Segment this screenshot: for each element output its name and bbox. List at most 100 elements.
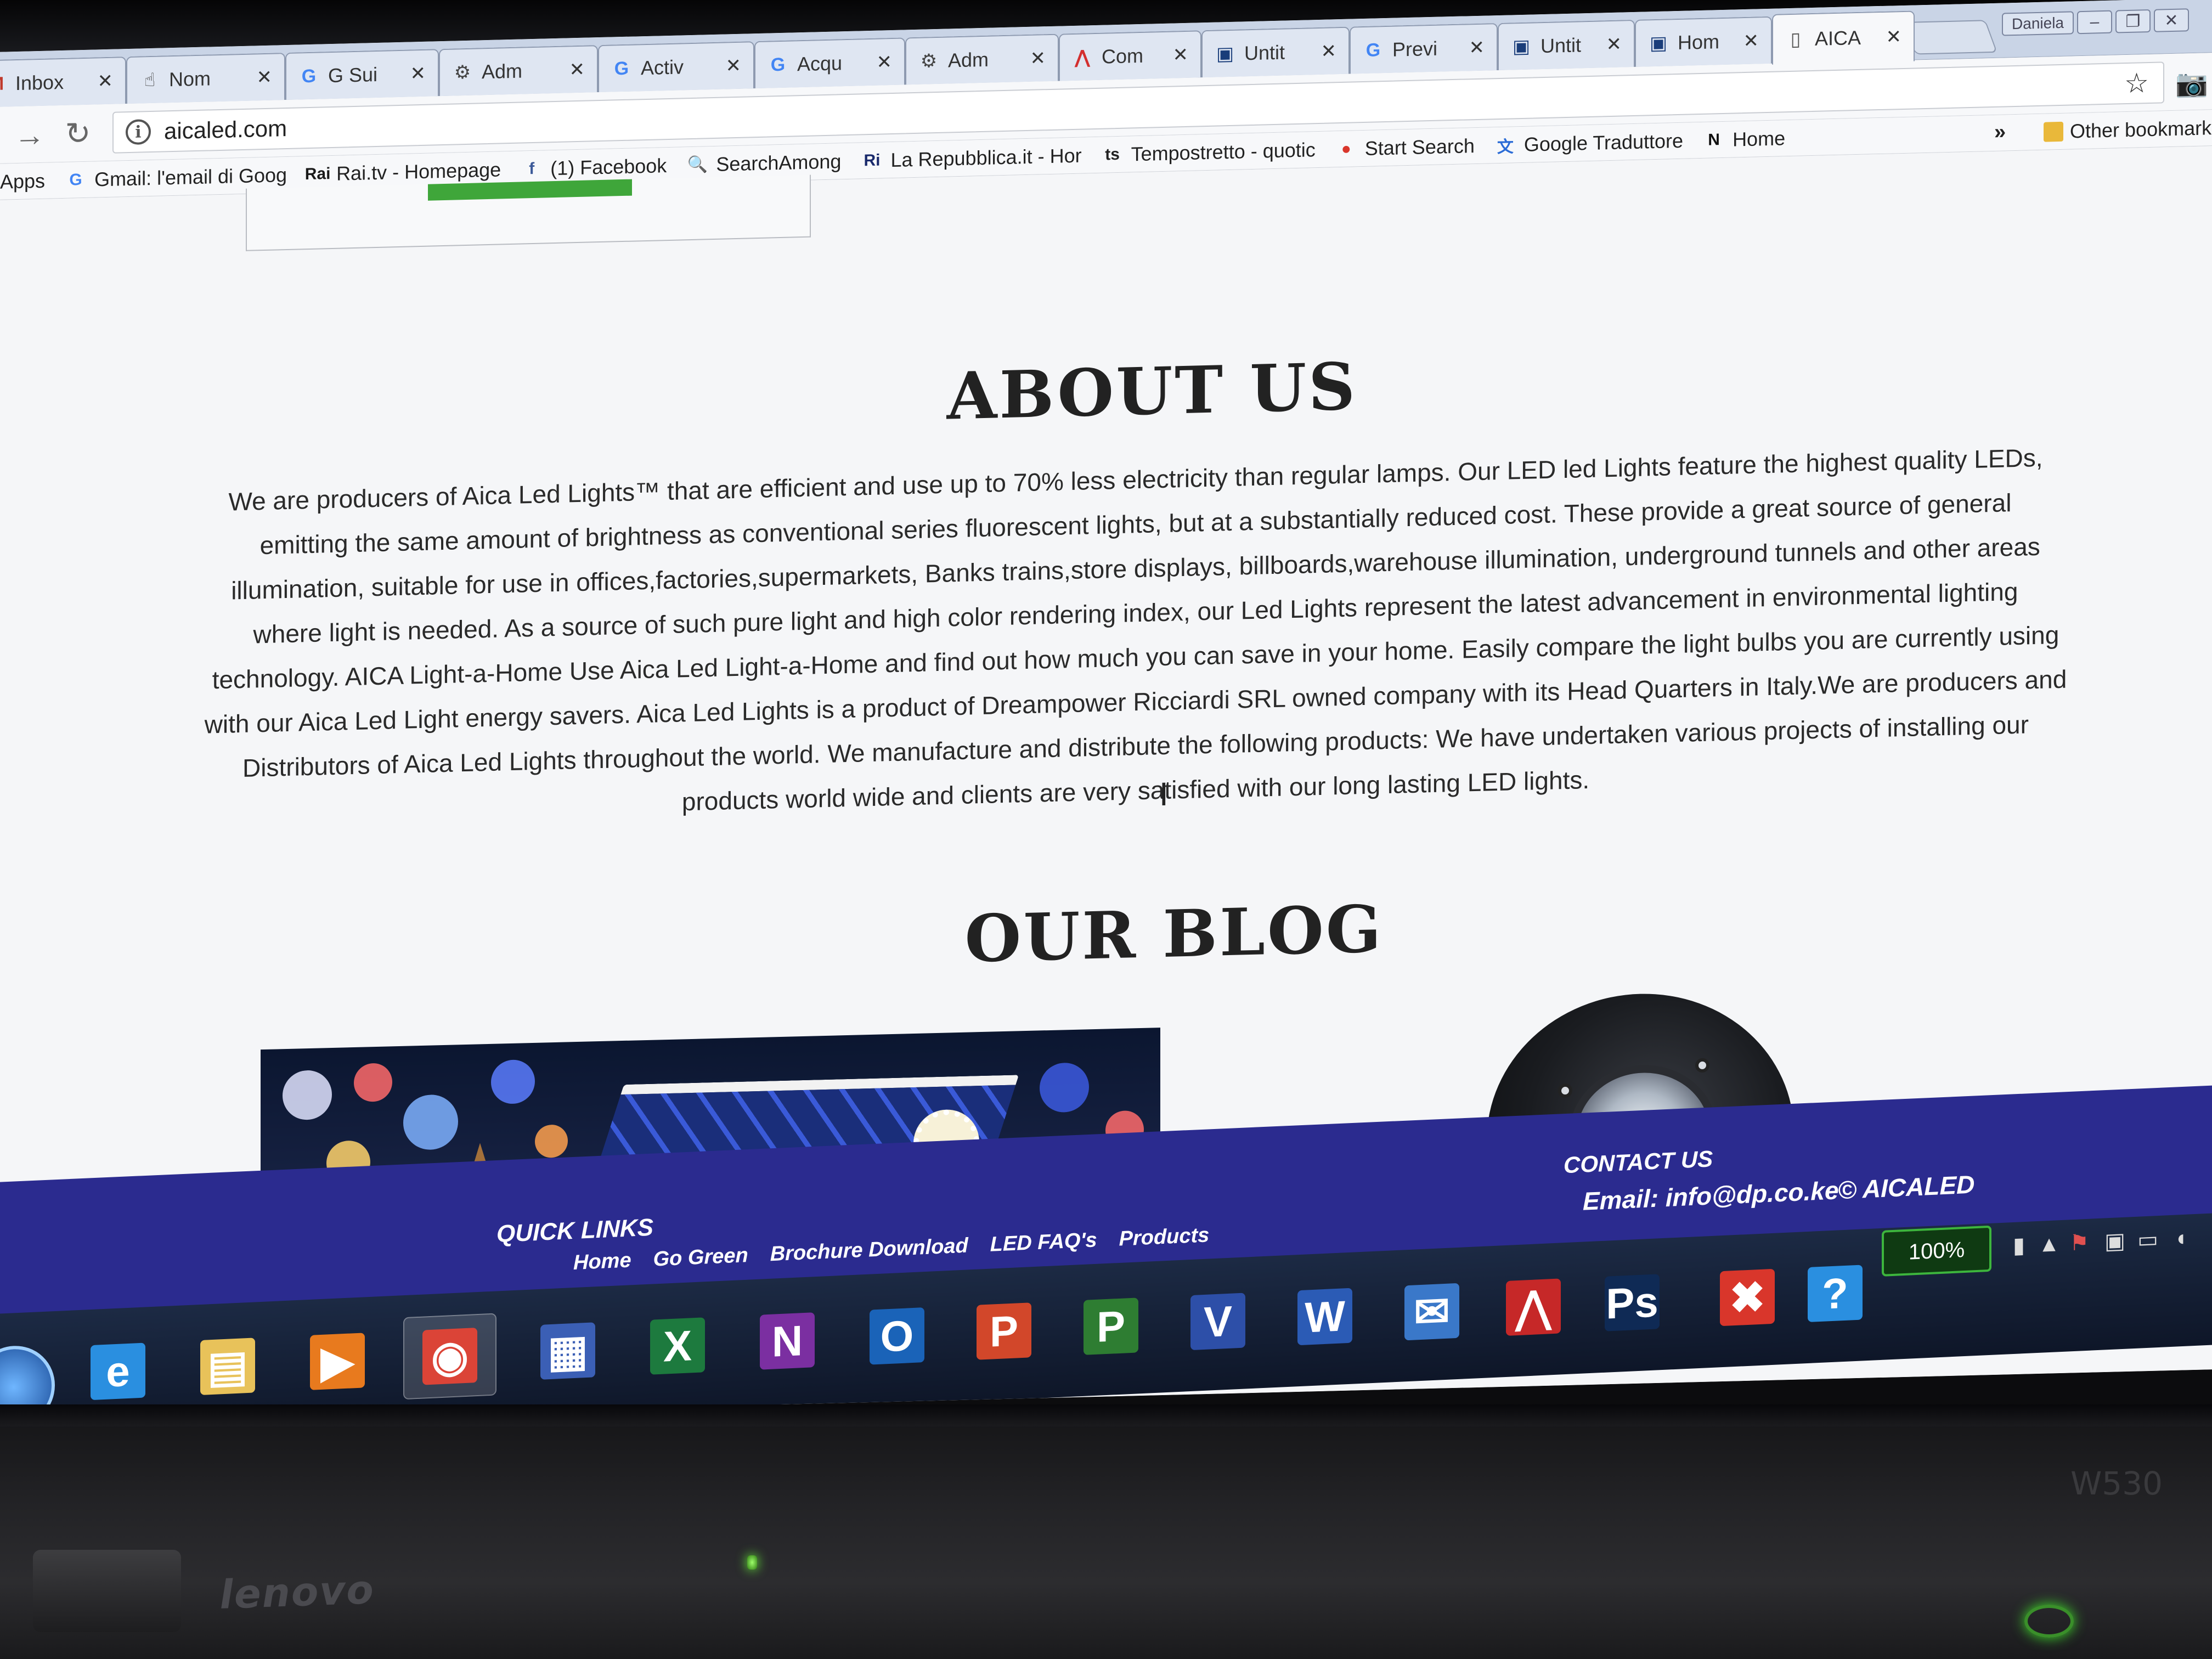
- taskbar-acrobat[interactable]: ⋀: [1487, 1264, 1580, 1351]
- close-tab-icon[interactable]: ✕: [98, 70, 114, 93]
- show-hidden-icons-icon[interactable]: ▲: [2035, 1230, 2063, 1259]
- taskbar-calendar-app[interactable]: ▦: [521, 1308, 614, 1395]
- bookmark-1[interactable]: Apps: [0, 169, 45, 193]
- hand-pointer-icon: ☝: [144, 69, 156, 91]
- close-tab-icon[interactable]: ✕: [1886, 26, 1902, 48]
- tab-13[interactable]: ▯ AICA ✕: [1772, 10, 1915, 65]
- outlook-icon: O: [870, 1307, 924, 1365]
- footer-link-faq[interactable]: LED FAQ's: [990, 1228, 1097, 1257]
- laptop-hinge: [33, 1550, 181, 1632]
- google-icon: G: [770, 54, 786, 75]
- close-tab-icon[interactable]: ✕: [877, 51, 893, 74]
- restore-button[interactable]: ❐: [2115, 9, 2151, 33]
- close-tab-icon[interactable]: ✕: [1321, 40, 1337, 63]
- bookmark-10[interactable]: N Home: [1703, 127, 1785, 152]
- display-icon[interactable]: ▭: [2134, 1226, 2162, 1254]
- tab-5[interactable]: G Activ ✕: [598, 41, 754, 93]
- tab-4[interactable]: ⚙ Adm ✕: [439, 45, 598, 97]
- speech-bubble-icon: ●: [1341, 139, 1351, 158]
- power-plug-icon[interactable]: ▮: [2005, 1231, 2033, 1260]
- taskbar-chrome[interactable]: ◉: [403, 1313, 496, 1400]
- power-button-light: [2024, 1605, 2074, 1638]
- tab-3[interactable]: G G Sui ✕: [285, 49, 439, 100]
- forward-button[interactable]: →: [11, 116, 48, 154]
- footer-link-products[interactable]: Products: [1119, 1223, 1210, 1251]
- taskbar-outlook[interactable]: O: [850, 1293, 944, 1379]
- profile-button[interactable]: Daniela: [2002, 11, 2074, 36]
- taskbar-photoshop[interactable]: Ps: [1585, 1260, 1679, 1346]
- bookmark-5[interactable]: 🔍 SearchAmong: [686, 150, 842, 177]
- google-icon: G: [69, 170, 82, 189]
- minimize-button[interactable]: –: [2077, 10, 2112, 35]
- tab-11[interactable]: ▣ Untit ✕: [1498, 19, 1635, 71]
- taskbar-file-explorer[interactable]: ▤: [181, 1323, 274, 1410]
- taskbar-office-error[interactable]: ✖: [1701, 1254, 1794, 1341]
- bookmark-star-icon[interactable]: ☆: [2124, 67, 2149, 99]
- translate-icon: 文: [1497, 137, 1514, 156]
- taskbar-excel[interactable]: X: [631, 1303, 724, 1390]
- acrobat-icon: ⋀: [1074, 47, 1091, 68]
- tab-10[interactable]: G Previ ✕: [1350, 23, 1498, 74]
- taskbar-word[interactable]: W: [1278, 1273, 1372, 1360]
- taskbar-visio[interactable]: V: [1171, 1278, 1265, 1365]
- network-icon[interactable]: ▣: [2101, 1227, 2129, 1255]
- taskbar-help[interactable]: ?: [1788, 1250, 1882, 1337]
- close-tab-icon[interactable]: ✕: [1030, 47, 1046, 70]
- model-logo: W530: [2070, 1465, 2163, 1502]
- camera-icon[interactable]: 📷: [2175, 67, 2208, 99]
- close-tab-icon[interactable]: ✕: [726, 55, 742, 77]
- tab-7[interactable]: ⚙ Adm ✕: [905, 33, 1059, 85]
- footer-link-brochure[interactable]: Brochure Download: [770, 1234, 968, 1267]
- close-tab-icon[interactable]: ✕: [410, 63, 426, 85]
- tab-label: AICA: [1815, 26, 1861, 50]
- reload-button[interactable]: ↻: [59, 114, 97, 153]
- bookmark-label: (1) Facebook: [550, 154, 667, 179]
- tab-8[interactable]: ⋀ Com ✕: [1059, 30, 1201, 81]
- battery-indicator[interactable]: 100%: [1882, 1225, 1991, 1277]
- onenote-icon: N: [760, 1312, 815, 1370]
- bookmark-4[interactable]: f (1) Facebook: [521, 154, 667, 181]
- bookmark-7[interactable]: ts Tempostretto - quotic: [1102, 138, 1316, 167]
- tab-1[interactable]: M Inbox ✕: [0, 57, 126, 108]
- new-tab-button[interactable]: [1903, 20, 1997, 55]
- office-error-icon: ✖: [1720, 1268, 1775, 1327]
- close-window-button[interactable]: ✕: [2154, 8, 2189, 32]
- bookmark-9[interactable]: 文 Google Traduttore: [1494, 129, 1683, 156]
- tab-12[interactable]: ▣ Hom ✕: [1635, 16, 1772, 67]
- tab-6[interactable]: G Acqu ✕: [754, 37, 905, 89]
- other-bookmarks[interactable]: Other bookmark: [2044, 116, 2211, 143]
- bookmark-8[interactable]: ● Start Search: [1335, 134, 1475, 161]
- blog-title: OUR BLOG: [964, 890, 1384, 977]
- tab-label: Inbox: [15, 70, 64, 95]
- action-center-flag-icon[interactable]: ⚑: [2066, 1228, 2093, 1257]
- tab-label: Untit: [1541, 33, 1582, 58]
- tab-2[interactable]: ☝ Nom ✕: [126, 53, 285, 104]
- close-tab-icon[interactable]: ✕: [1743, 30, 1759, 52]
- bookmark-2[interactable]: G Gmail: l'email di Goog: [65, 163, 287, 191]
- footer-link-home[interactable]: Home: [573, 1249, 631, 1275]
- taskbar-onenote[interactable]: N: [741, 1298, 834, 1385]
- project-icon: P: [1084, 1297, 1138, 1355]
- close-tab-icon[interactable]: ✕: [1606, 33, 1622, 56]
- contact-email[interactable]: Email: info@dp.co.ke: [1583, 1175, 1839, 1216]
- window-icon: ▣: [1649, 32, 1668, 54]
- facebook-icon: f: [529, 159, 535, 178]
- footer-link-go-green[interactable]: Go Green: [653, 1244, 748, 1272]
- tab-label: Nom: [169, 67, 211, 91]
- volume-icon[interactable]: ◖: [2167, 1224, 2194, 1252]
- taskbar-powerpoint[interactable]: P: [957, 1288, 1051, 1375]
- lenovo-logo: lenovo: [218, 1566, 376, 1618]
- bookmark-6[interactable]: Ri La Repubblica.it - Hor: [861, 144, 1081, 172]
- taskbar-media-player[interactable]: ▶: [291, 1318, 384, 1405]
- close-tab-icon[interactable]: ✕: [257, 66, 273, 89]
- taskbar-internet-explorer[interactable]: e: [71, 1328, 165, 1415]
- close-tab-icon[interactable]: ✕: [1469, 37, 1485, 59]
- close-tab-icon[interactable]: ✕: [1173, 44, 1189, 66]
- close-tab-icon[interactable]: ✕: [569, 59, 585, 81]
- taskbar-project[interactable]: P: [1064, 1283, 1158, 1370]
- bookmark-3[interactable]: Rai Rai.tv - Homepage: [305, 158, 501, 186]
- bookmarks-overflow-button[interactable]: »: [1994, 120, 2006, 144]
- tab-9[interactable]: ▣ Untit ✕: [1201, 26, 1350, 78]
- site-info-icon[interactable]: i: [126, 119, 151, 145]
- taskbar-thunderbird[interactable]: ✉: [1385, 1268, 1479, 1355]
